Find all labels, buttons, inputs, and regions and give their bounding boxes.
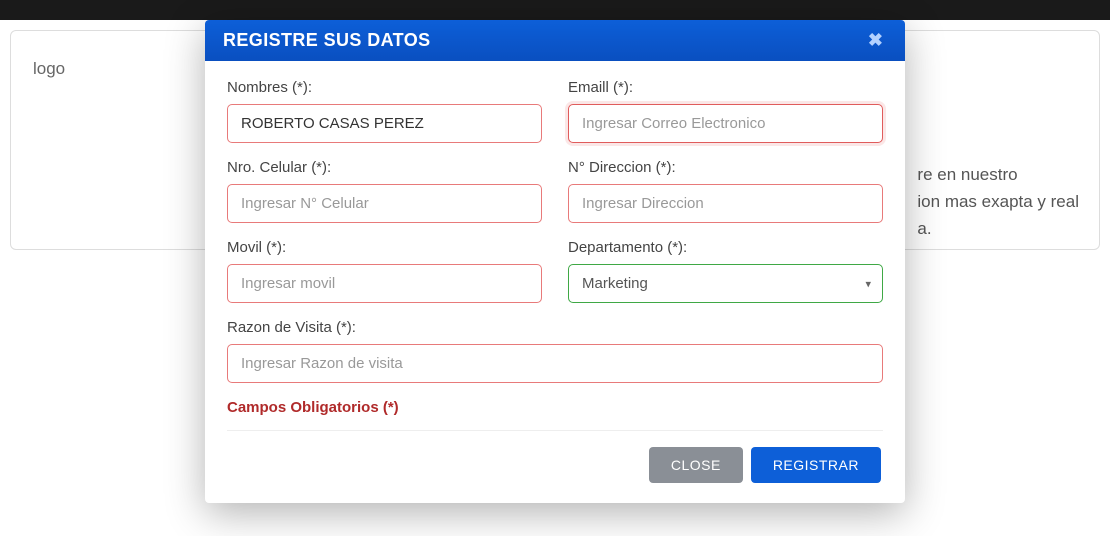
- email-label: Emaill (*):: [568, 79, 883, 96]
- departamento-select[interactable]: Marketing: [568, 264, 883, 303]
- modal-body: Nombres (*): Emaill (*): Nro. Celular (*…: [205, 61, 905, 503]
- nombres-input[interactable]: [227, 104, 542, 143]
- required-fields-note: Campos Obligatorios (*): [227, 399, 883, 416]
- modal-overlay: REGISTRE SUS DATOS ✖ Nombres (*): Emaill…: [0, 0, 1110, 536]
- register-button[interactable]: REGISTRAR: [751, 447, 881, 483]
- razon-label: Razon de Visita (*):: [227, 319, 883, 336]
- movil-label: Movil (*):: [227, 239, 542, 256]
- modal-footer: CLOSE REGISTRAR: [227, 447, 883, 483]
- email-input[interactable]: [568, 104, 883, 143]
- modal-header: REGISTRE SUS DATOS ✖: [205, 20, 905, 61]
- direccion-label: N° Direccion (*):: [568, 159, 883, 176]
- close-button[interactable]: CLOSE: [649, 447, 743, 483]
- divider: [227, 430, 883, 431]
- celular-input[interactable]: [227, 184, 542, 223]
- close-icon[interactable]: ✖: [864, 30, 887, 51]
- direccion-input[interactable]: [568, 184, 883, 223]
- nombres-label: Nombres (*):: [227, 79, 542, 96]
- departamento-label: Departamento (*):: [568, 239, 883, 256]
- movil-input[interactable]: [227, 264, 542, 303]
- celular-label: Nro. Celular (*):: [227, 159, 542, 176]
- modal-title: REGISTRE SUS DATOS: [223, 30, 431, 51]
- razon-input[interactable]: [227, 344, 883, 383]
- register-modal: REGISTRE SUS DATOS ✖ Nombres (*): Emaill…: [205, 20, 905, 503]
